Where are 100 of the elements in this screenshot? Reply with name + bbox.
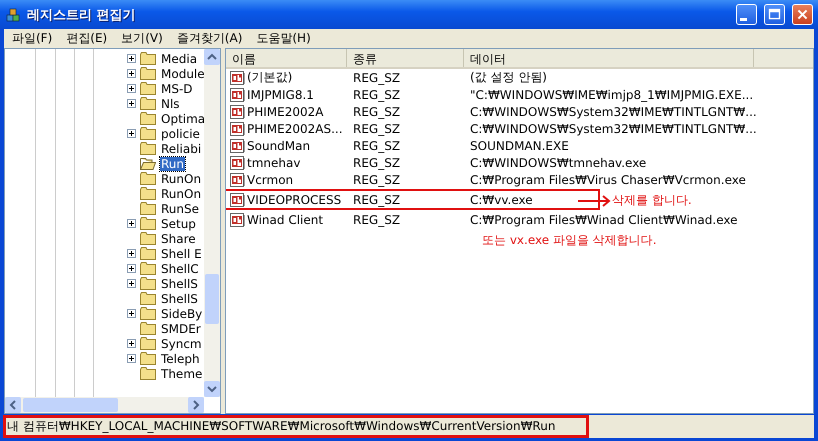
expand-icon[interactable] xyxy=(127,309,136,318)
column-header[interactable]: 종류 xyxy=(347,49,464,67)
value-data: SOUNDMAN.EXE xyxy=(469,138,569,152)
menu-item[interactable]: 보기(V) xyxy=(115,29,169,48)
scroll-right-icon[interactable] xyxy=(188,397,204,413)
tree-item[interactable]: RunSe xyxy=(160,202,200,216)
folder-icon xyxy=(140,172,156,185)
close-button[interactable] xyxy=(792,4,813,25)
tree-item[interactable]: Syncm xyxy=(160,336,203,350)
expand-icon[interactable] xyxy=(127,264,136,273)
tree-item[interactable]: Shell E xyxy=(160,246,203,260)
tree-item[interactable]: SideBy xyxy=(160,306,204,320)
value-name[interactable]: Winad Client xyxy=(247,212,324,226)
folder-icon xyxy=(140,292,156,305)
string-value-icon xyxy=(230,192,246,206)
scroll-up-icon[interactable] xyxy=(204,49,220,65)
folder-icon xyxy=(140,112,156,125)
value-type: REG_SZ xyxy=(352,70,402,84)
scroll-left-icon[interactable] xyxy=(5,397,21,413)
value-name[interactable]: PHIME2002A xyxy=(247,104,324,118)
menu-item[interactable]: 파일(F) xyxy=(6,29,58,48)
tree-item[interactable]: ShellC xyxy=(160,262,200,276)
status-bar-path: 내 컴퓨터₩HKEY_LOCAL_MACHINE₩SOFTWARE₩Microsoft₩Windows₩CurrentVersion₩Run xyxy=(4,416,588,437)
value-type: REG_SZ xyxy=(352,192,402,206)
value-name[interactable]: tmnehav xyxy=(247,156,300,170)
expand-icon[interactable] xyxy=(127,279,136,288)
value-name[interactable]: IMJPMIG8.1 xyxy=(247,88,314,102)
value-name[interactable]: (기본값) xyxy=(247,69,292,86)
expand-icon[interactable] xyxy=(127,354,136,363)
value-data: (값 설정 안됨) xyxy=(469,69,547,86)
folder-icon xyxy=(140,232,156,245)
value-type: REG_SZ xyxy=(352,212,402,226)
registry-cubes-icon xyxy=(6,6,22,22)
folder-icon xyxy=(140,367,156,380)
string-value-icon xyxy=(230,172,246,186)
minimize-button[interactable] xyxy=(736,4,757,25)
value-data: "C:₩WINDOWS₩IME₩imjp8_1₩IMJPMIG.EXE... xyxy=(469,88,754,102)
expand-icon[interactable] xyxy=(127,219,136,228)
folder-icon xyxy=(140,202,156,215)
folder-icon xyxy=(140,67,156,80)
value-type: REG_SZ xyxy=(352,122,402,136)
folder-icon xyxy=(140,337,156,350)
value-name[interactable]: SoundMan xyxy=(247,138,310,152)
expand-icon[interactable] xyxy=(127,54,136,63)
expand-icon[interactable] xyxy=(127,84,136,93)
folder-icon xyxy=(140,127,156,140)
vertical-scrollbar[interactable] xyxy=(204,49,220,397)
column-header[interactable]: 이름 xyxy=(226,49,347,67)
scroll-thumb[interactable] xyxy=(205,274,219,324)
expand-icon[interactable] xyxy=(127,249,136,258)
tree-item[interactable]: RunOn xyxy=(160,186,202,200)
menu-item[interactable]: 즐겨찾기(A) xyxy=(170,29,248,48)
folder-icon xyxy=(140,277,156,290)
tree-item[interactable]: Setup xyxy=(160,216,197,230)
column-header[interactable]: 데이터 xyxy=(464,49,754,67)
tree-item[interactable]: Teleph xyxy=(160,352,201,366)
value-type: REG_SZ xyxy=(352,104,402,118)
tree-item[interactable]: Module xyxy=(160,66,204,80)
folder-icon xyxy=(140,307,156,320)
menu-item[interactable]: 도움말(H) xyxy=(250,29,317,48)
tree-item[interactable]: SMDEr xyxy=(160,322,202,336)
folder-icon xyxy=(140,322,156,335)
value-data: C:₩vv.exe xyxy=(469,192,533,206)
tree-item[interactable]: Reliabi xyxy=(160,142,202,156)
value-type: REG_SZ xyxy=(352,138,402,152)
menu-item[interactable]: 편집(E) xyxy=(60,29,114,48)
maximize-button[interactable] xyxy=(764,4,785,25)
scroll-down-icon[interactable] xyxy=(204,381,220,397)
tree-item[interactable]: ShellS xyxy=(160,276,199,290)
expand-icon[interactable] xyxy=(127,129,136,138)
horizontal-scrollbar[interactable] xyxy=(5,397,204,413)
expand-icon[interactable] xyxy=(127,69,136,78)
tree-item[interactable]: Run xyxy=(160,156,186,170)
tree-item[interactable]: Share xyxy=(160,232,197,246)
tree-item[interactable]: RunOn xyxy=(160,172,202,186)
expand-icon[interactable] xyxy=(127,339,136,348)
value-name[interactable]: PHIME2002AS... xyxy=(247,122,343,136)
tree-item[interactable]: Media xyxy=(160,52,198,66)
value-data: C:₩Program Files₩Winad Client₩Winad.exe xyxy=(469,212,738,226)
tree-item[interactable]: Nls xyxy=(160,96,181,110)
expand-icon[interactable] xyxy=(127,99,136,108)
folder-icon xyxy=(140,52,156,65)
tree-item[interactable]: ShellS xyxy=(160,292,199,306)
open-folder-icon xyxy=(140,157,156,170)
folder-icon xyxy=(140,97,156,110)
value-data: C:₩WINDOWS₩System32₩IME₩TINTLGNT₩... xyxy=(469,104,757,118)
tree-item[interactable]: Theme xyxy=(160,366,204,380)
tree-item[interactable]: policie xyxy=(160,126,201,140)
folder-icon xyxy=(140,142,156,155)
value-data: C:₩WINDOWS₩System32₩IME₩TINTLGNT₩... xyxy=(469,122,757,136)
string-value-icon xyxy=(230,70,246,84)
scroll-thumb[interactable] xyxy=(23,398,118,412)
value-name[interactable]: VIDEOPROCESS xyxy=(247,192,342,206)
annotation-text: 또는 vx.exe 파일을 삭제합니다. xyxy=(482,232,658,249)
value-name[interactable]: Vcrmon xyxy=(247,172,294,186)
tree-item[interactable]: MS-D xyxy=(160,82,194,96)
folder-icon xyxy=(140,187,156,200)
tree-item[interactable]: Optima xyxy=(160,112,204,126)
string-value-icon xyxy=(230,122,246,136)
annotation-text: 삭제를 합니다. xyxy=(612,192,692,209)
